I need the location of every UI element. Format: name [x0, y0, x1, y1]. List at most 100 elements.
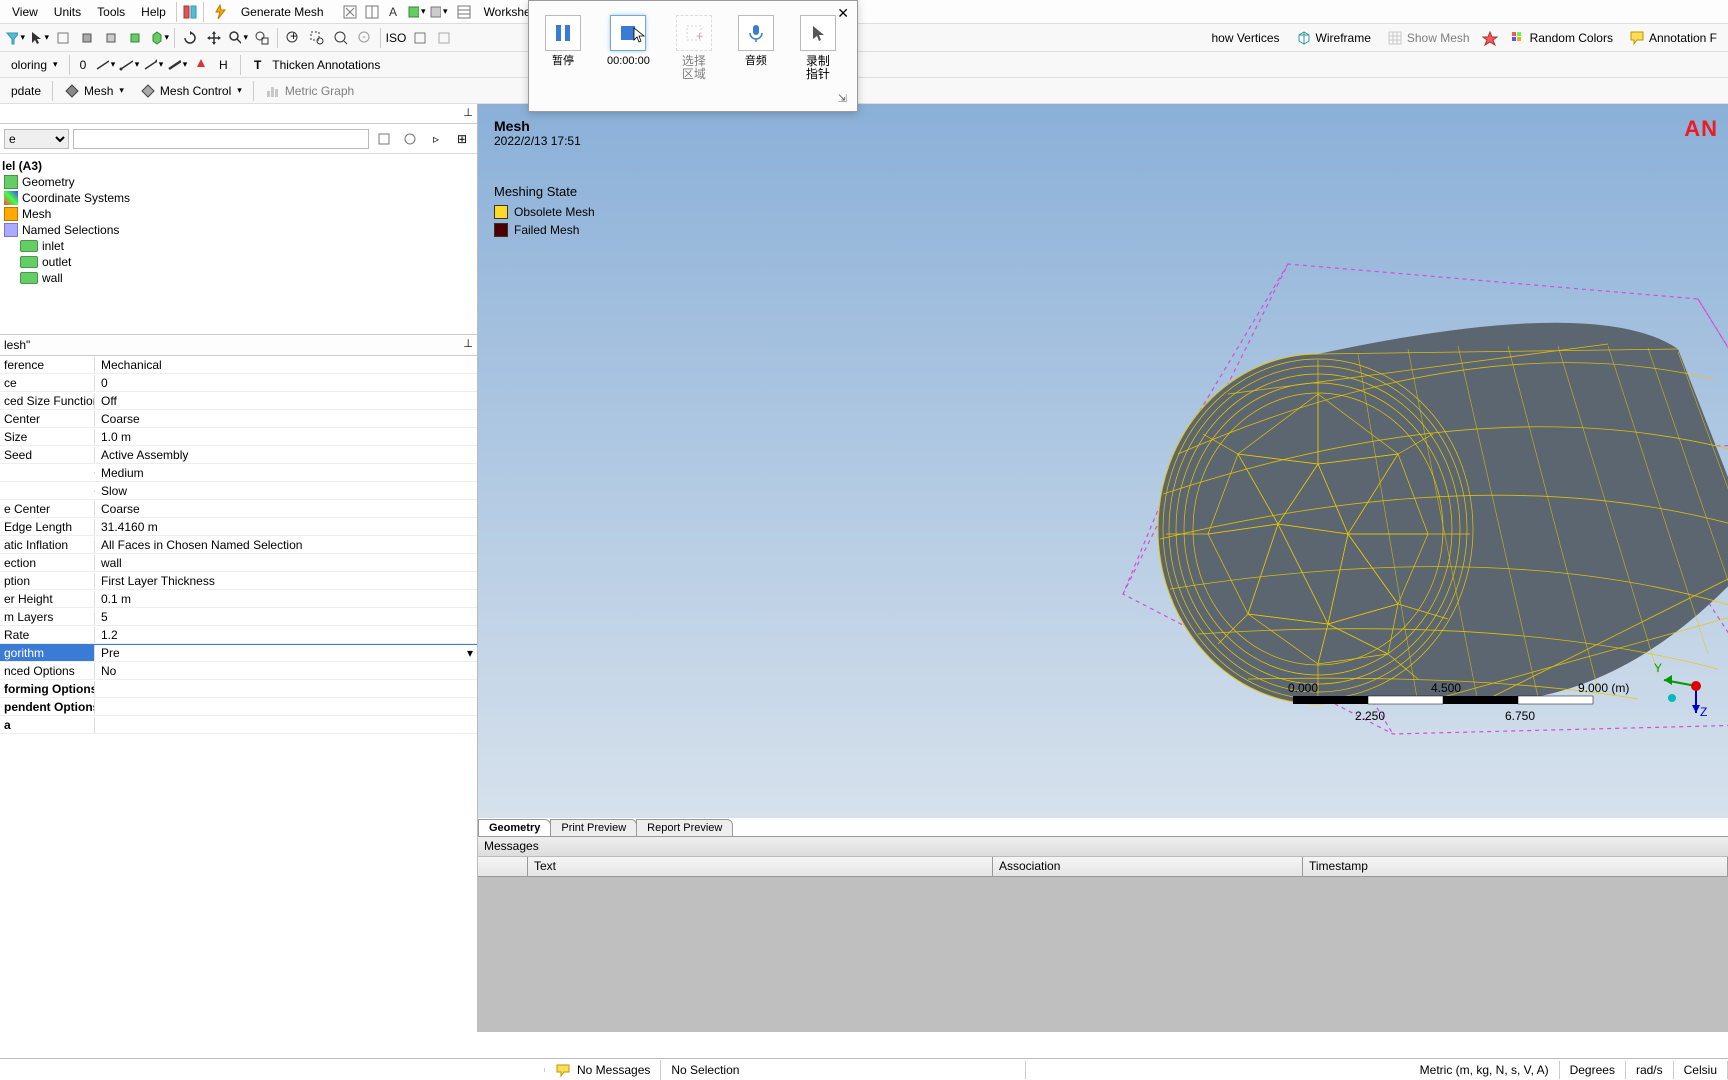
- details-row[interactable]: atic InflationAll Faces in Chosen Named …: [0, 536, 477, 554]
- zoom-out-icon[interactable]: -: [354, 27, 376, 49]
- details-row[interactable]: ptionFirst Layer Thickness: [0, 572, 477, 590]
- details-value[interactable]: [95, 688, 477, 690]
- details-row[interactable]: ced Size FunctionOff: [0, 392, 477, 410]
- details-row[interactable]: ce0: [0, 374, 477, 392]
- outline-tool-4[interactable]: ⊞: [451, 128, 473, 150]
- metric-graph-button[interactable]: Metric Graph: [258, 80, 361, 102]
- details-row[interactable]: SeedActive Assembly: [0, 446, 477, 464]
- coordinate-triad[interactable]: Y Z: [1654, 658, 1714, 718]
- tab-print-preview[interactable]: Print Preview: [550, 819, 637, 836]
- tree-model-node[interactable]: lel (A3): [0, 158, 477, 174]
- wireframe-button[interactable]: Wireframe: [1289, 27, 1378, 49]
- details-row[interactable]: Size1.0 m: [0, 428, 477, 446]
- zoom-fit-icon[interactable]: [251, 27, 273, 49]
- cube2-dropdown-icon[interactable]: [427, 1, 449, 23]
- details-value[interactable]: Coarse: [95, 501, 477, 517]
- iso-icon[interactable]: ISO: [385, 27, 407, 49]
- details-row[interactable]: Edge Length31.4160 m: [0, 518, 477, 536]
- outline-tool-3[interactable]: ▹: [425, 128, 447, 150]
- details-value[interactable]: Pre: [95, 645, 477, 661]
- message-col-timestamp[interactable]: Timestamp: [1303, 857, 1728, 876]
- outline-filter-input[interactable]: [73, 129, 369, 149]
- tool-3[interactable]: [100, 27, 122, 49]
- details-value[interactable]: No: [95, 663, 477, 679]
- edge-style-2[interactable]: [118, 54, 140, 76]
- recorder-select-region-button[interactable]: + 选择区域: [670, 11, 718, 85]
- tree-mesh[interactable]: Mesh: [0, 206, 477, 222]
- thicken-annotations-button[interactable]: T Thicken Annotations: [245, 54, 387, 76]
- menu-view[interactable]: View: [4, 3, 46, 21]
- toolbar-icon-1[interactable]: [339, 1, 361, 23]
- edge-style-1[interactable]: [94, 54, 116, 76]
- outline-tool-1[interactable]: [373, 128, 395, 150]
- details-value[interactable]: 31.4160 m: [95, 519, 477, 535]
- cursor-dropdown[interactable]: [28, 27, 50, 49]
- generate-mesh-button[interactable]: Generate Mesh: [206, 0, 339, 24]
- pin-icon[interactable]: ⊥: [463, 337, 473, 350]
- tool-4[interactable]: [124, 27, 146, 49]
- show-vertices-button[interactable]: how Vertices: [1204, 28, 1286, 48]
- details-row[interactable]: ectionwall: [0, 554, 477, 572]
- tool-2[interactable]: [76, 27, 98, 49]
- message-col-association[interactable]: Association: [993, 857, 1303, 876]
- tree-outlet[interactable]: outlet: [0, 254, 477, 270]
- outline-filter-dropdown[interactable]: e: [4, 129, 69, 149]
- details-value[interactable]: Off: [95, 393, 477, 409]
- details-value[interactable]: [95, 724, 477, 726]
- rotate-icon[interactable]: [179, 27, 201, 49]
- toolbar-layout-icon[interactable]: [179, 1, 201, 23]
- cube-tool-dropdown[interactable]: [148, 27, 170, 49]
- details-value[interactable]: 1.0 m: [95, 429, 477, 445]
- mesh-dropdown[interactable]: Mesh: [57, 80, 131, 102]
- details-row[interactable]: a: [0, 716, 477, 734]
- filter-dropdown[interactable]: [4, 27, 26, 49]
- edge-style-4[interactable]: [166, 54, 188, 76]
- details-row[interactable]: Rate1.2: [0, 626, 477, 644]
- details-value[interactable]: 5: [95, 609, 477, 625]
- tool-1[interactable]: [52, 27, 74, 49]
- text-icon[interactable]: A: [383, 1, 405, 23]
- view-icon-a[interactable]: [409, 27, 431, 49]
- message-col-text[interactable]: Text: [528, 857, 993, 876]
- toolbar-icon-2[interactable]: [361, 1, 383, 23]
- pan-icon[interactable]: [203, 27, 225, 49]
- update-button[interactable]: pdate: [4, 81, 48, 101]
- viewport-3d[interactable]: Mesh 2022/2/13 17:51 Meshing State Obsol…: [478, 104, 1728, 818]
- menu-tools[interactable]: Tools: [89, 3, 133, 21]
- coloring-dropdown[interactable]: oloring: [4, 55, 65, 75]
- probe-icon[interactable]: [1479, 27, 1501, 49]
- zoom-in-icon[interactable]: +: [282, 27, 304, 49]
- outline-tool-2[interactable]: [399, 128, 421, 150]
- details-value[interactable]: First Layer Thickness: [95, 573, 477, 589]
- menu-units[interactable]: Units: [46, 3, 89, 21]
- tree-wall[interactable]: wall: [0, 270, 477, 286]
- message-col-icon[interactable]: [478, 857, 528, 876]
- recorder-close-button[interactable]: ✕: [837, 5, 849, 22]
- random-colors-button[interactable]: Random Colors: [1503, 27, 1620, 49]
- details-row[interactable]: gorithmPre: [0, 644, 477, 662]
- menu-help[interactable]: Help: [133, 3, 174, 21]
- tree-coord-systems[interactable]: Coordinate Systems: [0, 190, 477, 206]
- details-value[interactable]: Active Assembly: [95, 447, 477, 463]
- details-value[interactable]: Slow: [95, 483, 477, 499]
- details-row[interactable]: forming Options: [0, 680, 477, 698]
- details-row[interactable]: pendent Options: [0, 698, 477, 716]
- text-tool-icon[interactable]: H: [214, 54, 236, 76]
- details-value[interactable]: Coarse: [95, 411, 477, 427]
- details-value[interactable]: wall: [95, 555, 477, 571]
- recorder-pause-button[interactable]: 暂停: [539, 11, 587, 71]
- zoom-fit-all-icon[interactable]: [330, 27, 352, 49]
- mesh-control-dropdown[interactable]: Mesh Control: [133, 80, 249, 102]
- details-row[interactable]: m Layers5: [0, 608, 477, 626]
- details-row[interactable]: er Height0.1 m: [0, 590, 477, 608]
- zoom-icon[interactable]: [227, 27, 249, 49]
- details-row[interactable]: Medium: [0, 464, 477, 482]
- tab-geometry[interactable]: Geometry: [478, 819, 551, 836]
- tree-geometry[interactable]: Geometry: [0, 174, 477, 190]
- recorder-pointer-button[interactable]: 录制指针: [794, 11, 842, 85]
- tab-report-preview[interactable]: Report Preview: [636, 819, 733, 836]
- zoom-area-icon[interactable]: [306, 27, 328, 49]
- recorder-audio-button[interactable]: 音频: [732, 11, 780, 71]
- details-value[interactable]: [95, 706, 477, 708]
- arrow-up-icon[interactable]: [190, 54, 212, 76]
